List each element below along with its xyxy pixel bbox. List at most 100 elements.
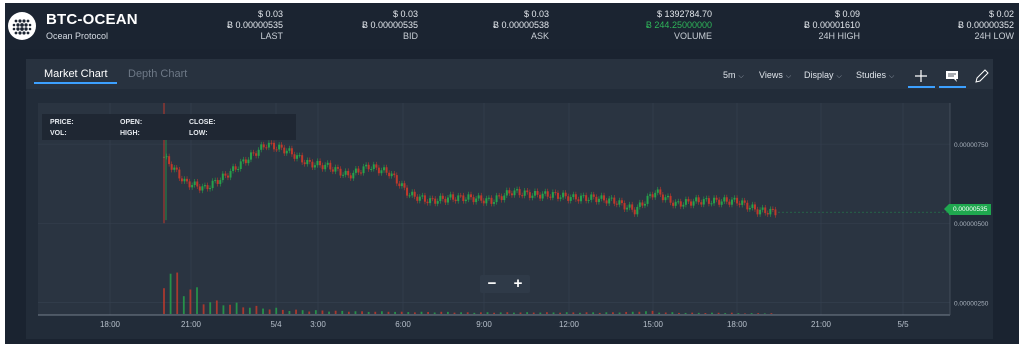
candle-body bbox=[180, 178, 183, 182]
candle-body bbox=[490, 197, 493, 204]
candle-body bbox=[413, 191, 416, 197]
candle-body bbox=[288, 148, 291, 151]
candle-body bbox=[562, 192, 565, 198]
zoom-in-button[interactable]: + bbox=[506, 275, 530, 293]
volume-bar bbox=[658, 312, 661, 314]
candle-body bbox=[242, 159, 245, 162]
candle-body bbox=[587, 199, 590, 201]
candle-body bbox=[633, 209, 636, 215]
candle-body bbox=[623, 203, 626, 210]
candle-body bbox=[603, 195, 606, 201]
volume-bar bbox=[612, 312, 614, 314]
candle-body bbox=[183, 178, 186, 182]
volume-bar bbox=[281, 309, 284, 314]
volume-bar bbox=[585, 312, 588, 314]
volume-bar bbox=[169, 273, 172, 314]
candle-body bbox=[408, 195, 411, 197]
candle-body bbox=[380, 170, 383, 174]
candle-body bbox=[590, 194, 593, 200]
volume-bar bbox=[314, 310, 317, 314]
candle-body bbox=[500, 196, 503, 201]
volume-bar bbox=[215, 300, 218, 314]
ohlc-open-label: OPEN: bbox=[120, 119, 143, 126]
volume-bar bbox=[684, 312, 687, 314]
candle-body bbox=[280, 144, 283, 148]
volume-bar bbox=[288, 311, 291, 314]
volume-bar bbox=[697, 312, 700, 314]
stat-bid: $ 0.03 Ƀ 0.00000535 BID bbox=[268, 9, 418, 42]
candle-body bbox=[666, 195, 669, 198]
candle-body bbox=[421, 195, 424, 197]
candle-body bbox=[738, 203, 741, 205]
volume-bar bbox=[757, 313, 760, 314]
candle-body bbox=[436, 201, 439, 204]
candle-body bbox=[278, 144, 281, 150]
zoom-out-button[interactable]: − bbox=[480, 275, 504, 293]
ohlc-vol-label: VOL: bbox=[50, 130, 67, 137]
volume-bar bbox=[486, 312, 489, 314]
volume-bar bbox=[209, 302, 212, 314]
volume-bar bbox=[592, 312, 595, 314]
volume-bar bbox=[499, 312, 502, 314]
ohlc-close-label: CLOSE: bbox=[189, 119, 216, 126]
zoom-controls: − + bbox=[480, 275, 530, 293]
x-tick-label: 18:00 bbox=[727, 320, 748, 329]
candle-body bbox=[659, 189, 662, 195]
candle-body bbox=[631, 204, 634, 210]
candle-body bbox=[214, 180, 217, 182]
stat-24h-low: $ 0.02 Ƀ 0.00000352 24H LOW bbox=[864, 9, 1014, 42]
candle-body bbox=[186, 178, 189, 182]
candle-body bbox=[751, 204, 754, 208]
stat-last-label: LAST bbox=[260, 31, 283, 41]
candle-body bbox=[313, 165, 316, 168]
volume-bar bbox=[334, 310, 337, 314]
stat-last-usd: $ 0.03 bbox=[257, 9, 283, 19]
stat-bid-btc: Ƀ 0.00000535 bbox=[361, 20, 418, 30]
price-chart[interactable]: 18:00 21:00 5/4 3:00 6:00 9:00 12:00 15:00 18:00… bbox=[26, 59, 993, 339]
volume-bar bbox=[539, 312, 542, 314]
stat-ask-usd: $ 0.03 bbox=[523, 9, 549, 19]
candle-body bbox=[567, 196, 570, 201]
volume-bar bbox=[730, 312, 733, 314]
volume-bar bbox=[480, 312, 482, 314]
candle-body bbox=[344, 170, 347, 175]
candle-body bbox=[444, 198, 447, 203]
stat-high-label: 24H HIGH bbox=[818, 31, 860, 41]
candle-body bbox=[196, 181, 199, 187]
candle-body bbox=[748, 207, 751, 210]
candle-body bbox=[679, 201, 682, 207]
candle-body bbox=[554, 192, 557, 194]
candle-body bbox=[533, 190, 536, 196]
volume-bar bbox=[704, 313, 707, 314]
candle-body bbox=[475, 198, 478, 203]
candle-body bbox=[505, 190, 508, 196]
stat-volume-usd: $ 1392784.70 bbox=[656, 9, 712, 19]
coin-name: Ocean Protocol bbox=[46, 31, 109, 41]
candle-body bbox=[746, 202, 749, 210]
volume-bar bbox=[163, 288, 165, 314]
candle-body bbox=[736, 197, 739, 204]
current-price-tag: 0.00000535 bbox=[944, 204, 991, 215]
candle-body bbox=[480, 195, 483, 201]
x-tick-label: 5/4 bbox=[270, 320, 282, 329]
volume-bar bbox=[453, 312, 456, 314]
candle-body bbox=[426, 201, 429, 204]
stat-low-usd: $ 0.02 bbox=[988, 9, 1014, 19]
volume-bar bbox=[763, 313, 766, 314]
candle-body bbox=[771, 208, 774, 210]
candle-body bbox=[518, 189, 521, 196]
candle-body bbox=[695, 197, 698, 202]
candle-body bbox=[446, 197, 449, 203]
volume-bar bbox=[572, 312, 575, 314]
volume-bar bbox=[546, 312, 548, 314]
volume-bar bbox=[248, 307, 251, 314]
candle-body bbox=[452, 194, 455, 200]
candle-body bbox=[759, 209, 762, 215]
volume-bar bbox=[678, 312, 680, 314]
candle-body bbox=[510, 193, 513, 196]
x-tick-label: 21:00 bbox=[181, 320, 202, 329]
candle-body bbox=[585, 195, 588, 201]
candle-body bbox=[536, 190, 539, 195]
candle-body bbox=[411, 191, 414, 196]
volume-bar bbox=[565, 312, 568, 314]
